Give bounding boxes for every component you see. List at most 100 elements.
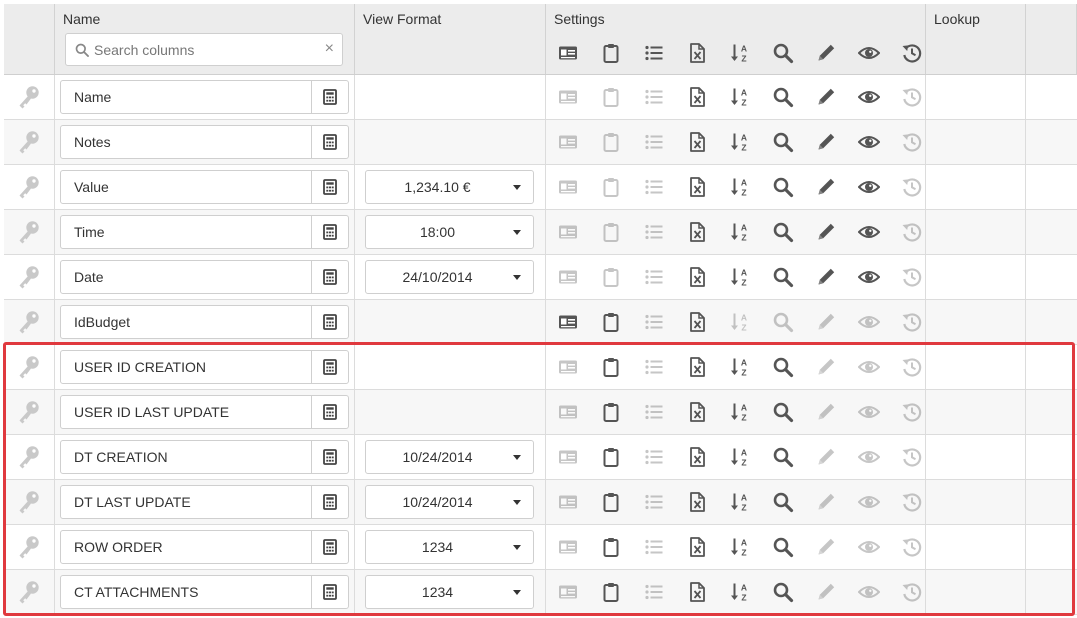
clipboard-icon[interactable]: [597, 353, 625, 381]
history-icon[interactable]: [898, 128, 926, 156]
eye-icon[interactable]: [855, 39, 883, 67]
clear-search-icon[interactable]: ×: [325, 40, 334, 58]
history-icon[interactable]: [898, 39, 926, 67]
search-icon[interactable]: [769, 218, 797, 246]
pencil-icon[interactable]: [812, 39, 840, 67]
search-icon[interactable]: [769, 533, 797, 561]
sort-alpha-icon[interactable]: AZ: [726, 83, 754, 111]
search-icon[interactable]: [769, 578, 797, 606]
column-name-field[interactable]: ROW ORDER: [60, 530, 349, 564]
eye-icon[interactable]: [855, 353, 883, 381]
excel-file-icon[interactable]: [683, 488, 711, 516]
excel-file-icon[interactable]: [683, 398, 711, 426]
column-name-field[interactable]: Name: [60, 80, 349, 114]
eye-icon[interactable]: [855, 398, 883, 426]
history-icon[interactable]: [898, 218, 926, 246]
sort-alpha-icon[interactable]: AZ: [726, 398, 754, 426]
lookup-cell[interactable]: [926, 120, 1026, 164]
excel-file-icon[interactable]: [683, 128, 711, 156]
lookup-cell[interactable]: [926, 480, 1026, 524]
history-icon[interactable]: [898, 398, 926, 426]
pencil-icon[interactable]: [812, 443, 840, 471]
lookup-cell[interactable]: [926, 390, 1026, 434]
excel-file-icon[interactable]: [683, 263, 711, 291]
pencil-icon[interactable]: [812, 218, 840, 246]
history-icon[interactable]: [898, 488, 926, 516]
key-cell[interactable]: [4, 75, 55, 119]
id-card-icon[interactable]: [554, 173, 582, 201]
history-icon[interactable]: [898, 83, 926, 111]
calculator-button[interactable]: [311, 441, 348, 473]
clipboard-icon[interactable]: [597, 218, 625, 246]
eye-icon[interactable]: [855, 218, 883, 246]
clipboard-icon[interactable]: [597, 308, 625, 336]
list-icon[interactable]: [640, 533, 668, 561]
view-format-select[interactable]: 1234: [365, 530, 534, 564]
lookup-cell[interactable]: [926, 210, 1026, 254]
excel-file-icon[interactable]: [683, 533, 711, 561]
calculator-button[interactable]: [311, 351, 348, 383]
search-icon[interactable]: [769, 263, 797, 291]
calculator-button[interactable]: [311, 306, 348, 338]
clipboard-icon[interactable]: [597, 488, 625, 516]
key-cell[interactable]: [4, 210, 55, 254]
search-columns-input[interactable]: [94, 34, 314, 65]
key-cell[interactable]: [4, 165, 55, 209]
list-icon[interactable]: [640, 578, 668, 606]
list-icon[interactable]: [640, 488, 668, 516]
eye-icon[interactable]: [855, 578, 883, 606]
clipboard-icon[interactable]: [597, 39, 625, 67]
id-card-icon[interactable]: [554, 398, 582, 426]
calculator-button[interactable]: [311, 171, 348, 203]
calculator-button[interactable]: [311, 396, 348, 428]
id-card-icon[interactable]: [554, 263, 582, 291]
view-format-select[interactable]: 1234: [365, 575, 534, 609]
id-card-icon[interactable]: [554, 578, 582, 606]
pencil-icon[interactable]: [812, 128, 840, 156]
search-icon[interactable]: [769, 128, 797, 156]
id-card-icon[interactable]: [554, 39, 582, 67]
id-card-icon[interactable]: [554, 533, 582, 561]
search-icon[interactable]: [769, 443, 797, 471]
clipboard-icon[interactable]: [597, 398, 625, 426]
list-icon[interactable]: [640, 39, 668, 67]
list-icon[interactable]: [640, 398, 668, 426]
pencil-icon[interactable]: [812, 578, 840, 606]
lookup-cell[interactable]: [926, 300, 1026, 344]
pencil-icon[interactable]: [812, 398, 840, 426]
clipboard-icon[interactable]: [597, 83, 625, 111]
search-icon[interactable]: [769, 398, 797, 426]
sort-alpha-icon[interactable]: AZ: [726, 308, 754, 336]
id-card-icon[interactable]: [554, 353, 582, 381]
lookup-cell[interactable]: [926, 255, 1026, 299]
sort-alpha-icon[interactable]: AZ: [726, 263, 754, 291]
column-name-field[interactable]: Value: [60, 170, 349, 204]
eye-icon[interactable]: [855, 128, 883, 156]
history-icon[interactable]: [898, 308, 926, 336]
view-format-select[interactable]: 24/10/2014: [365, 260, 534, 294]
calculator-button[interactable]: [311, 261, 348, 293]
column-name-field[interactable]: IdBudget: [60, 305, 349, 339]
search-icon[interactable]: [769, 173, 797, 201]
pencil-icon[interactable]: [812, 173, 840, 201]
clipboard-icon[interactable]: [597, 533, 625, 561]
calculator-button[interactable]: [311, 576, 348, 608]
search-icon[interactable]: [769, 83, 797, 111]
eye-icon[interactable]: [855, 83, 883, 111]
clipboard-icon[interactable]: [597, 128, 625, 156]
key-cell[interactable]: [4, 480, 55, 524]
pencil-icon[interactable]: [812, 353, 840, 381]
lookup-cell[interactable]: [926, 435, 1026, 479]
clipboard-icon[interactable]: [597, 443, 625, 471]
id-card-icon[interactable]: [554, 218, 582, 246]
view-format-select[interactable]: 18:00: [365, 215, 534, 249]
column-name-field[interactable]: Time: [60, 215, 349, 249]
lookup-cell[interactable]: [926, 75, 1026, 119]
history-icon[interactable]: [898, 533, 926, 561]
column-name-field[interactable]: USER ID CREATION: [60, 350, 349, 384]
sort-alpha-icon[interactable]: AZ: [726, 578, 754, 606]
id-card-icon[interactable]: [554, 308, 582, 336]
excel-file-icon[interactable]: [683, 443, 711, 471]
history-icon[interactable]: [898, 263, 926, 291]
column-name-field[interactable]: USER ID LAST UPDATE: [60, 395, 349, 429]
